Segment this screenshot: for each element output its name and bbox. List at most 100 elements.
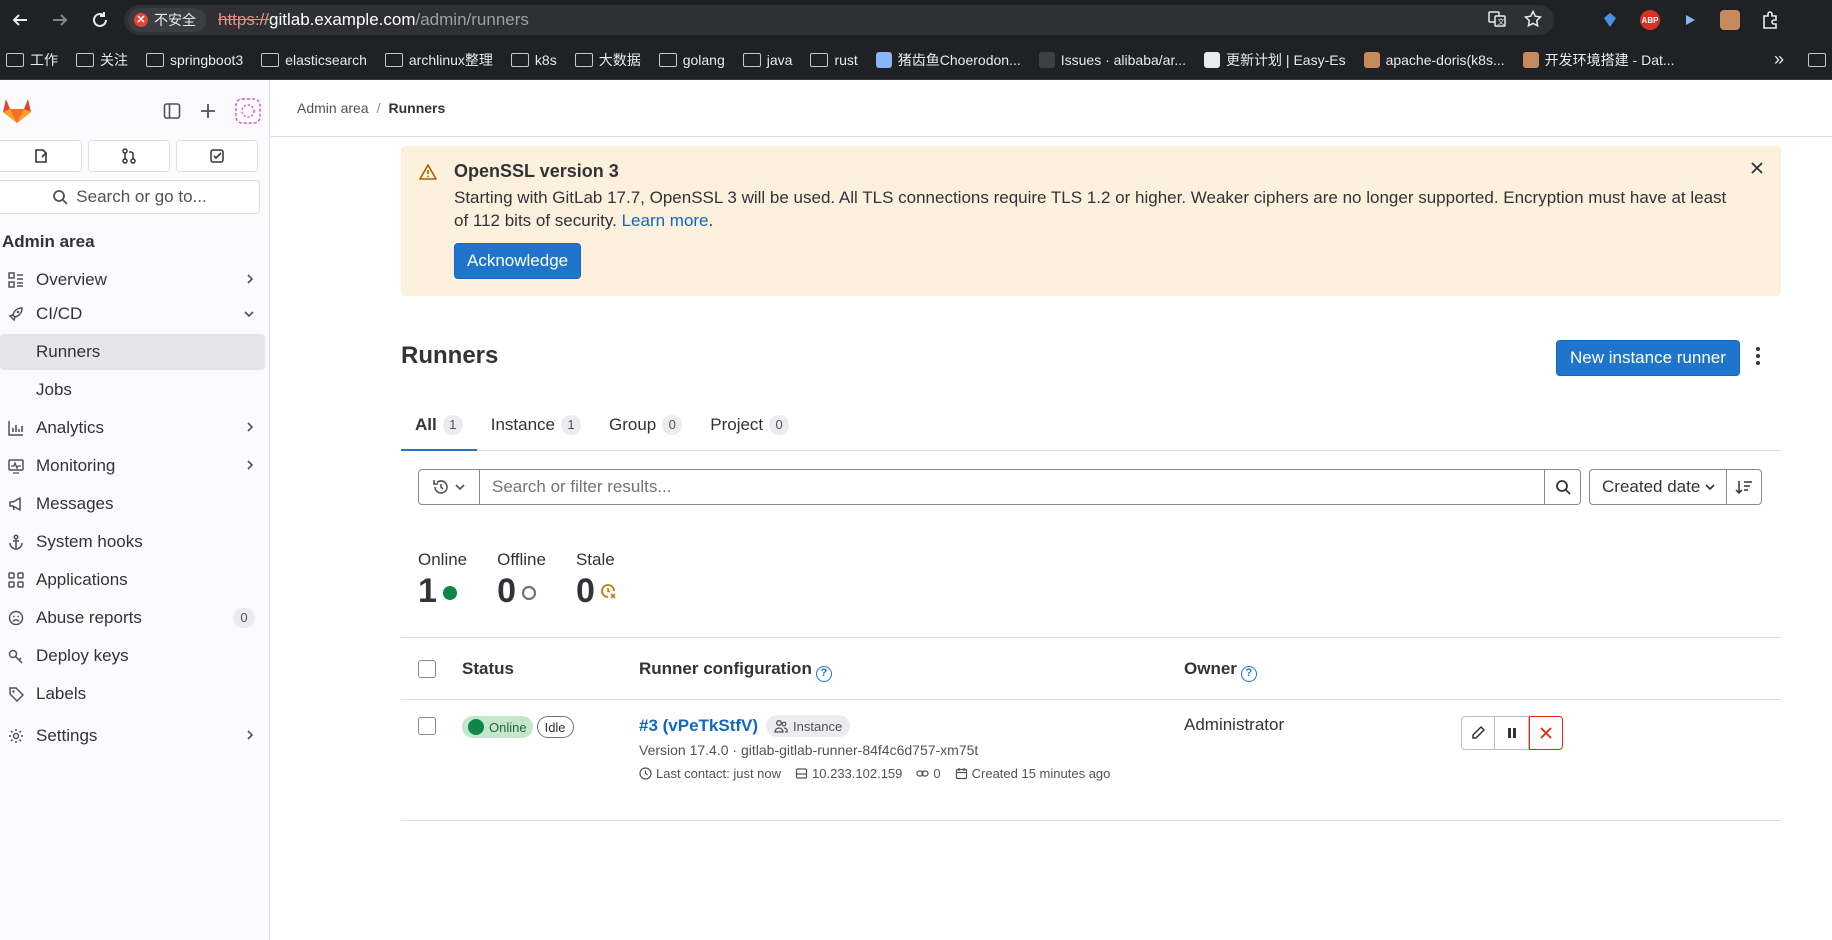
create-new-icon[interactable]	[199, 102, 217, 120]
bookmarks-overflow-button[interactable]: »	[1774, 49, 1784, 70]
bookmark-item[interactable]: 更新计划 | Easy-Es	[1204, 50, 1346, 70]
status-badge-online: Online	[462, 716, 533, 738]
header-label: Owner	[1184, 659, 1237, 678]
sidebar-item-settings[interactable]: Settings	[0, 718, 265, 754]
bookmark-item[interactable]: springboot3	[146, 52, 243, 68]
bookmark-item[interactable]: 大数据	[574, 50, 641, 70]
chevron-down-icon	[1705, 484, 1715, 491]
overview-icon	[6, 270, 26, 290]
sidebar-toggle-icon[interactable]	[163, 102, 181, 120]
folder-icon	[510, 52, 529, 67]
tab-count: 0	[662, 415, 683, 435]
bookmark-item[interactable]: 开发环境搭建 - Dat...	[1522, 50, 1675, 70]
gitlab-logo[interactable]	[2, 96, 32, 124]
extension-avatar-icon[interactable]	[1720, 10, 1740, 30]
sidebar-item-label: System hooks	[36, 532, 143, 551]
bookmark-item[interactable]: 工作	[6, 50, 58, 70]
insecure-label: 不安全	[154, 12, 196, 28]
merge-requests-quick-button[interactable]	[88, 140, 170, 172]
issues-quick-button[interactable]	[0, 140, 82, 172]
stale-clock-icon	[601, 584, 616, 599]
folder-icon	[658, 52, 677, 67]
user-avatar[interactable]	[235, 98, 261, 124]
sidebar-search-button[interactable]: Search or go to...	[0, 180, 260, 214]
stat-value: 0	[497, 572, 517, 610]
sidebar-item-cicd[interactable]: CI/CD	[0, 296, 265, 332]
key-icon	[6, 646, 26, 666]
tab-project[interactable]: Project 0	[696, 400, 803, 450]
clock-icon	[639, 767, 652, 780]
url-scheme: https://	[218, 10, 270, 29]
recent-searches-button[interactable]	[418, 469, 480, 505]
bookmark-item[interactable]: rust	[810, 52, 858, 68]
site-favicon-icon	[1204, 51, 1221, 68]
translate-icon[interactable]: 文	[1488, 10, 1506, 28]
svg-text:文: 文	[1498, 17, 1505, 26]
sidebar-item-jobs[interactable]: Jobs	[0, 372, 265, 408]
bookmark-item[interactable]: apache-doris(k8s...	[1363, 51, 1505, 68]
learn-more-link[interactable]: Learn more	[622, 211, 709, 230]
sidebar-item-monitoring[interactable]: Monitoring	[0, 448, 265, 484]
other-bookmarks-folder-icon[interactable]	[1808, 52, 1826, 67]
stat-value: 1	[418, 572, 437, 610]
todos-quick-button[interactable]	[176, 140, 258, 172]
breadcrumb-runners[interactable]: Runners	[388, 100, 445, 116]
new-instance-runner-button[interactable]: New instance runner	[1556, 340, 1740, 376]
select-all-checkbox[interactable]	[418, 660, 436, 678]
adblock-icon[interactable]: ABP	[1640, 10, 1660, 30]
bookmark-label: 大数据	[598, 51, 641, 68]
pause-runner-button[interactable]	[1495, 716, 1529, 750]
sidebar-item-deploy-keys[interactable]: Deploy keys	[0, 638, 265, 674]
sidebar-item-messages[interactable]: Messages	[0, 486, 265, 522]
search-submit-button[interactable]	[1545, 469, 1581, 505]
header-status: Status	[462, 659, 514, 678]
delete-runner-button[interactable]	[1529, 716, 1563, 750]
tab-all[interactable]: All 1	[401, 400, 477, 451]
bookmark-item[interactable]: k8s	[510, 52, 557, 68]
bookmark-item[interactable]: golang	[658, 52, 725, 68]
back-icon[interactable]	[0, 0, 40, 40]
sidebar-item-abuse-reports[interactable]: Abuse reports 0	[0, 600, 265, 636]
runner-name-link[interactable]: #3 (vPeTkStfV)	[639, 716, 758, 736]
address-bar[interactable]: ✕ 不安全 https://gitlab.example.com/admin/r…	[124, 5, 1554, 35]
sidebar-item-labels[interactable]: Labels	[0, 676, 265, 712]
tab-group[interactable]: Group 0	[595, 400, 696, 450]
bookmark-item[interactable]: Issues · alibaba/ar...	[1038, 51, 1186, 68]
bookmark-item[interactable]: elasticsearch	[261, 52, 367, 68]
extensions-puzzle-icon[interactable]	[1760, 10, 1780, 30]
bookmark-item[interactable]: java	[742, 52, 792, 68]
bookmark-star-icon[interactable]	[1524, 10, 1542, 28]
extension-diamond-icon[interactable]	[1600, 10, 1620, 30]
bookmark-item[interactable]: 关注	[76, 50, 128, 70]
acknowledge-button[interactable]: Acknowledge	[454, 243, 582, 279]
status-text: Online	[489, 719, 527, 735]
tab-instance[interactable]: Instance 1	[477, 400, 595, 450]
sidebar-item-applications[interactable]: Applications	[0, 562, 265, 598]
breadcrumb-admin-area[interactable]: Admin area	[297, 100, 369, 116]
folder-icon	[261, 52, 280, 67]
more-actions-icon[interactable]	[1755, 346, 1761, 366]
search-filter-input[interactable]: Search or filter results...	[480, 469, 1545, 505]
sidebar-item-overview[interactable]: Overview	[0, 262, 265, 298]
sidebar-item-runners[interactable]: Runners	[0, 334, 265, 370]
help-icon[interactable]: ?	[1240, 666, 1257, 682]
help-icon[interactable]: ?	[815, 666, 832, 682]
runner-stats: Online 1 Offline 0 Stale 0	[418, 550, 617, 610]
folder-icon	[810, 52, 829, 67]
sort-direction-button[interactable]	[1727, 469, 1762, 505]
sidebar-item-label: Settings	[36, 726, 98, 745]
sidebar-item-analytics[interactable]: Analytics	[0, 410, 265, 446]
calendar-icon	[955, 768, 967, 780]
sidebar-item-system-hooks[interactable]: System hooks	[0, 524, 265, 560]
extension-play-icon[interactable]	[1680, 10, 1700, 30]
sort-dropdown[interactable]: Created date	[1589, 469, 1727, 505]
reload-icon[interactable]	[80, 0, 120, 40]
insecure-chip[interactable]: ✕ 不安全	[128, 8, 206, 32]
edit-runner-button[interactable]	[1461, 716, 1495, 750]
forward-icon[interactable]	[40, 0, 80, 40]
bookmark-item[interactable]: 猪齿鱼Choerodon...	[875, 50, 1021, 70]
url-text[interactable]: https://gitlab.example.com/admin/runners	[218, 10, 529, 30]
row-checkbox[interactable]	[418, 717, 436, 735]
bookmark-item[interactable]: archlinux整理	[384, 50, 493, 70]
close-icon[interactable]	[1749, 160, 1765, 176]
